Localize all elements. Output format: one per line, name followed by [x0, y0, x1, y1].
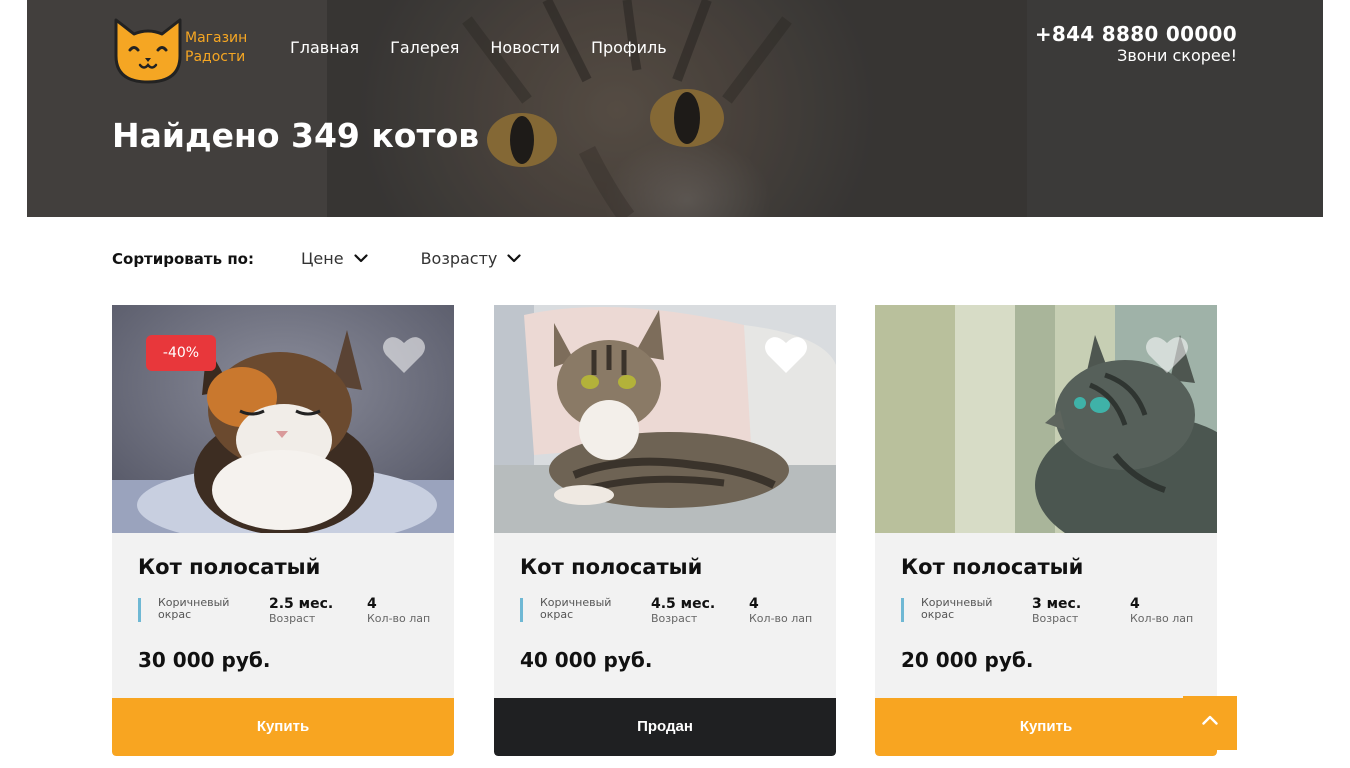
spec-paws-label: Кол-во лап — [367, 612, 431, 625]
contact-block: +844 8880 00000 Звони скорее! — [1035, 22, 1237, 65]
spec-age-label: Возраст — [1032, 612, 1079, 625]
phone-number[interactable]: +844 8880 00000 — [1035, 22, 1237, 46]
product-card: -40% Кот полосатый Коричневый окрас 2.5 … — [112, 305, 454, 756]
card-title: Кот полосатый — [138, 555, 321, 579]
spec-age-label: Возраст — [269, 612, 316, 625]
nav-item-gallery[interactable]: Галерея — [390, 38, 459, 57]
discount-badge: -40% — [146, 335, 216, 371]
sort-bar: Сортировать по: Цене Возрасту — [112, 249, 521, 268]
spec-accent-bar — [520, 598, 523, 622]
main-nav: Главная Галерея Новости Профиль — [290, 38, 698, 57]
chevron-down-icon — [353, 254, 368, 263]
card-price: 40 000 руб. — [520, 648, 653, 672]
sort-by-age-dropdown[interactable]: Возрасту — [421, 249, 522, 268]
card-specs: Коричневый окрас 4.5 мес. Возраст 4 Кол-… — [520, 597, 820, 625]
logo-text-line1: Магазин — [185, 30, 248, 46]
card-price: 20 000 руб. — [901, 648, 1034, 672]
card-specs: Коричневый окрас 2.5 мес. Возраст 4 Кол-… — [138, 597, 438, 625]
spec-paws-value: 4 — [367, 596, 377, 612]
spec-paws-value: 4 — [749, 596, 759, 612]
spec-paws-label: Кол-во лап — [749, 612, 813, 625]
card-specs: Коричневый окрас 3 мес. Возраст 4 Кол-во… — [901, 597, 1201, 625]
spec-paws-label: Кол-во лап — [1130, 612, 1194, 625]
spec-age: 3 мес. Возраст — [1032, 596, 1082, 626]
cat-face-logo-icon[interactable] — [112, 12, 184, 84]
spec-age-label: Возраст — [651, 612, 698, 625]
sort-option-age: Возрасту — [420, 249, 498, 268]
sort-label: Сортировать по: — [112, 249, 254, 268]
spec-accent-bar — [138, 598, 141, 622]
spec-paws: 4 Кол-во лап — [367, 596, 431, 626]
heart-icon[interactable] — [764, 335, 808, 375]
card-title: Кот полосатый — [520, 555, 703, 579]
page-title: Найдено 349 котов — [112, 116, 480, 155]
nav-item-home[interactable]: Главная — [290, 38, 359, 57]
card-title: Кот полосатый — [901, 555, 1084, 579]
phone-caption: Звони скорее! — [1117, 46, 1237, 65]
sort-by-price-dropdown[interactable]: Цене — [301, 249, 368, 268]
nav-item-news[interactable]: Новости — [490, 38, 560, 57]
buy-button[interactable]: Купить — [112, 698, 454, 756]
chevron-down-icon — [507, 254, 521, 263]
sort-option-price: Цене — [300, 249, 344, 268]
spec-age: 4.5 мес. Возраст — [651, 596, 716, 626]
scroll-to-top-button[interactable] — [1183, 696, 1237, 750]
spec-accent-bar — [901, 598, 904, 622]
logo-text-line2: Радости — [185, 49, 246, 65]
spec-paws: 4 Кол-во лап — [749, 596, 813, 626]
product-card: Кот полосатый Коричневый окрас 4.5 мес. … — [494, 305, 836, 756]
spec-age-value: 4.5 мес. — [651, 596, 716, 612]
nav-item-profile[interactable]: Профиль — [591, 38, 667, 57]
spec-age: 2.5 мес. Возраст — [269, 596, 334, 626]
chevron-up-icon — [1202, 715, 1218, 725]
product-card: Кот полосатый Коричневый окрас 3 мес. Во… — [875, 305, 1217, 756]
spec-color: Коричневый окрас — [158, 596, 230, 621]
spec-paws: 4 Кол-во лап — [1130, 596, 1194, 626]
spec-paws-value: 4 — [1130, 596, 1140, 612]
card-price: 30 000 руб. — [138, 648, 271, 672]
heart-icon[interactable] — [1145, 335, 1189, 375]
spec-color: Коричневый окрас — [540, 596, 612, 621]
sold-button[interactable]: Продан — [494, 698, 836, 756]
spec-age-value: 3 мес. — [1032, 596, 1082, 612]
heart-icon[interactable] — [382, 335, 426, 375]
spec-color: Коричневый окрас — [921, 596, 993, 621]
spec-age-value: 2.5 мес. — [269, 596, 334, 612]
logo-text[interactable]: Магазин Радости — [185, 29, 247, 67]
buy-button[interactable]: Купить — [875, 698, 1217, 756]
